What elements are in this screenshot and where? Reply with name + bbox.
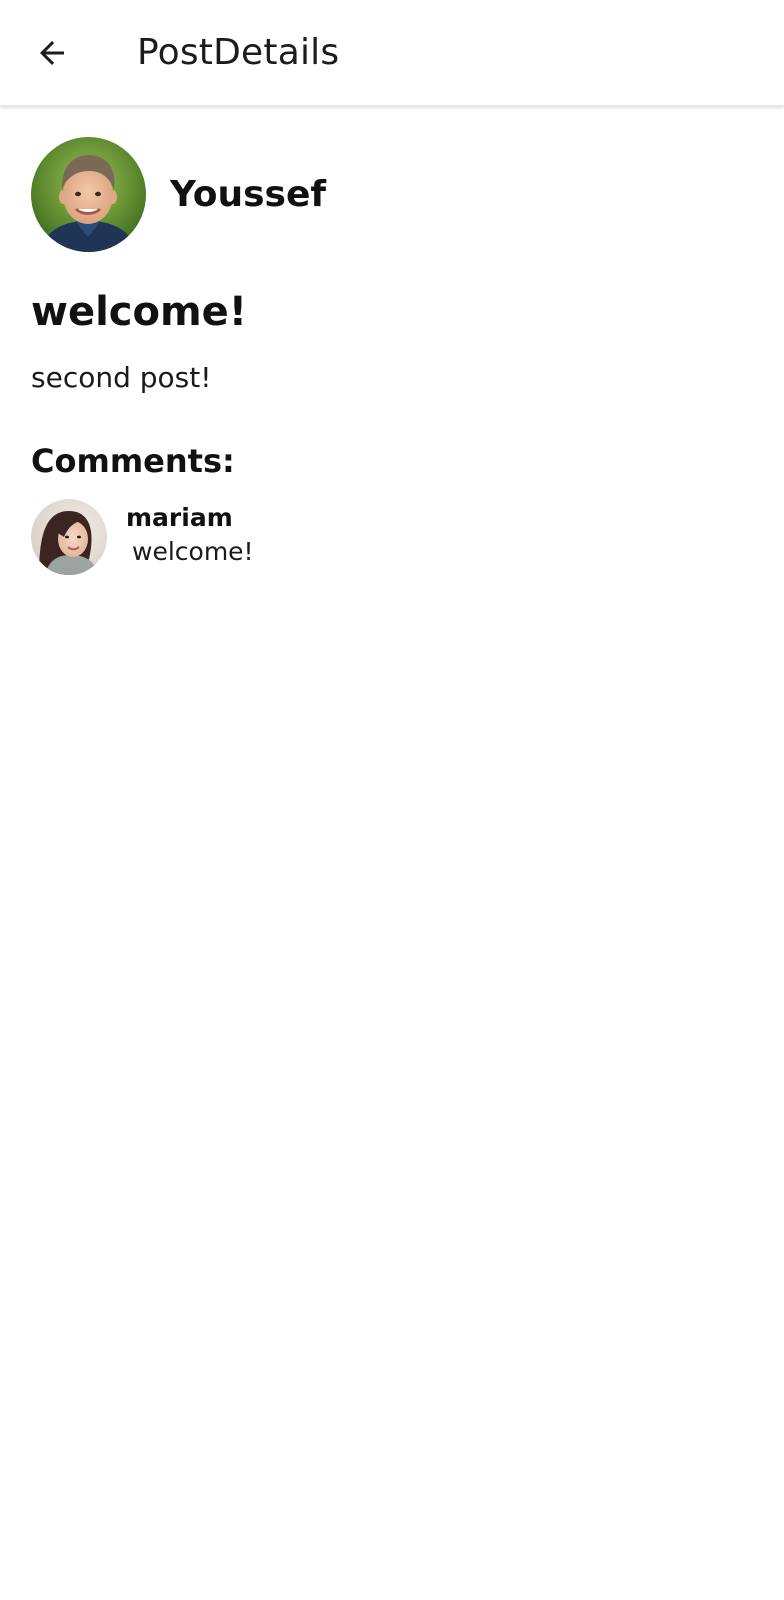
page-title: PostDetails xyxy=(137,32,340,73)
arrow-left-icon xyxy=(40,41,64,65)
back-button[interactable] xyxy=(24,25,80,81)
comment-avatar[interactable] xyxy=(31,499,107,575)
comment-text-block: mariam welcome! xyxy=(126,499,254,570)
comment-item: mariam welcome! xyxy=(31,499,254,575)
comment-author[interactable]: mariam xyxy=(126,502,254,534)
boy-avatar-photo xyxy=(31,137,146,252)
comment-body: welcome! xyxy=(132,537,254,566)
post-author: Youssef xyxy=(31,137,326,252)
comments-heading: Comments: xyxy=(31,442,235,480)
post-title: welcome! xyxy=(31,289,248,335)
app-bar: PostDetails xyxy=(0,0,784,106)
author-name[interactable]: Youssef xyxy=(170,174,326,215)
girl-avatar-photo xyxy=(31,499,107,575)
post-body: second post! xyxy=(31,361,212,394)
author-avatar[interactable] xyxy=(31,137,146,252)
